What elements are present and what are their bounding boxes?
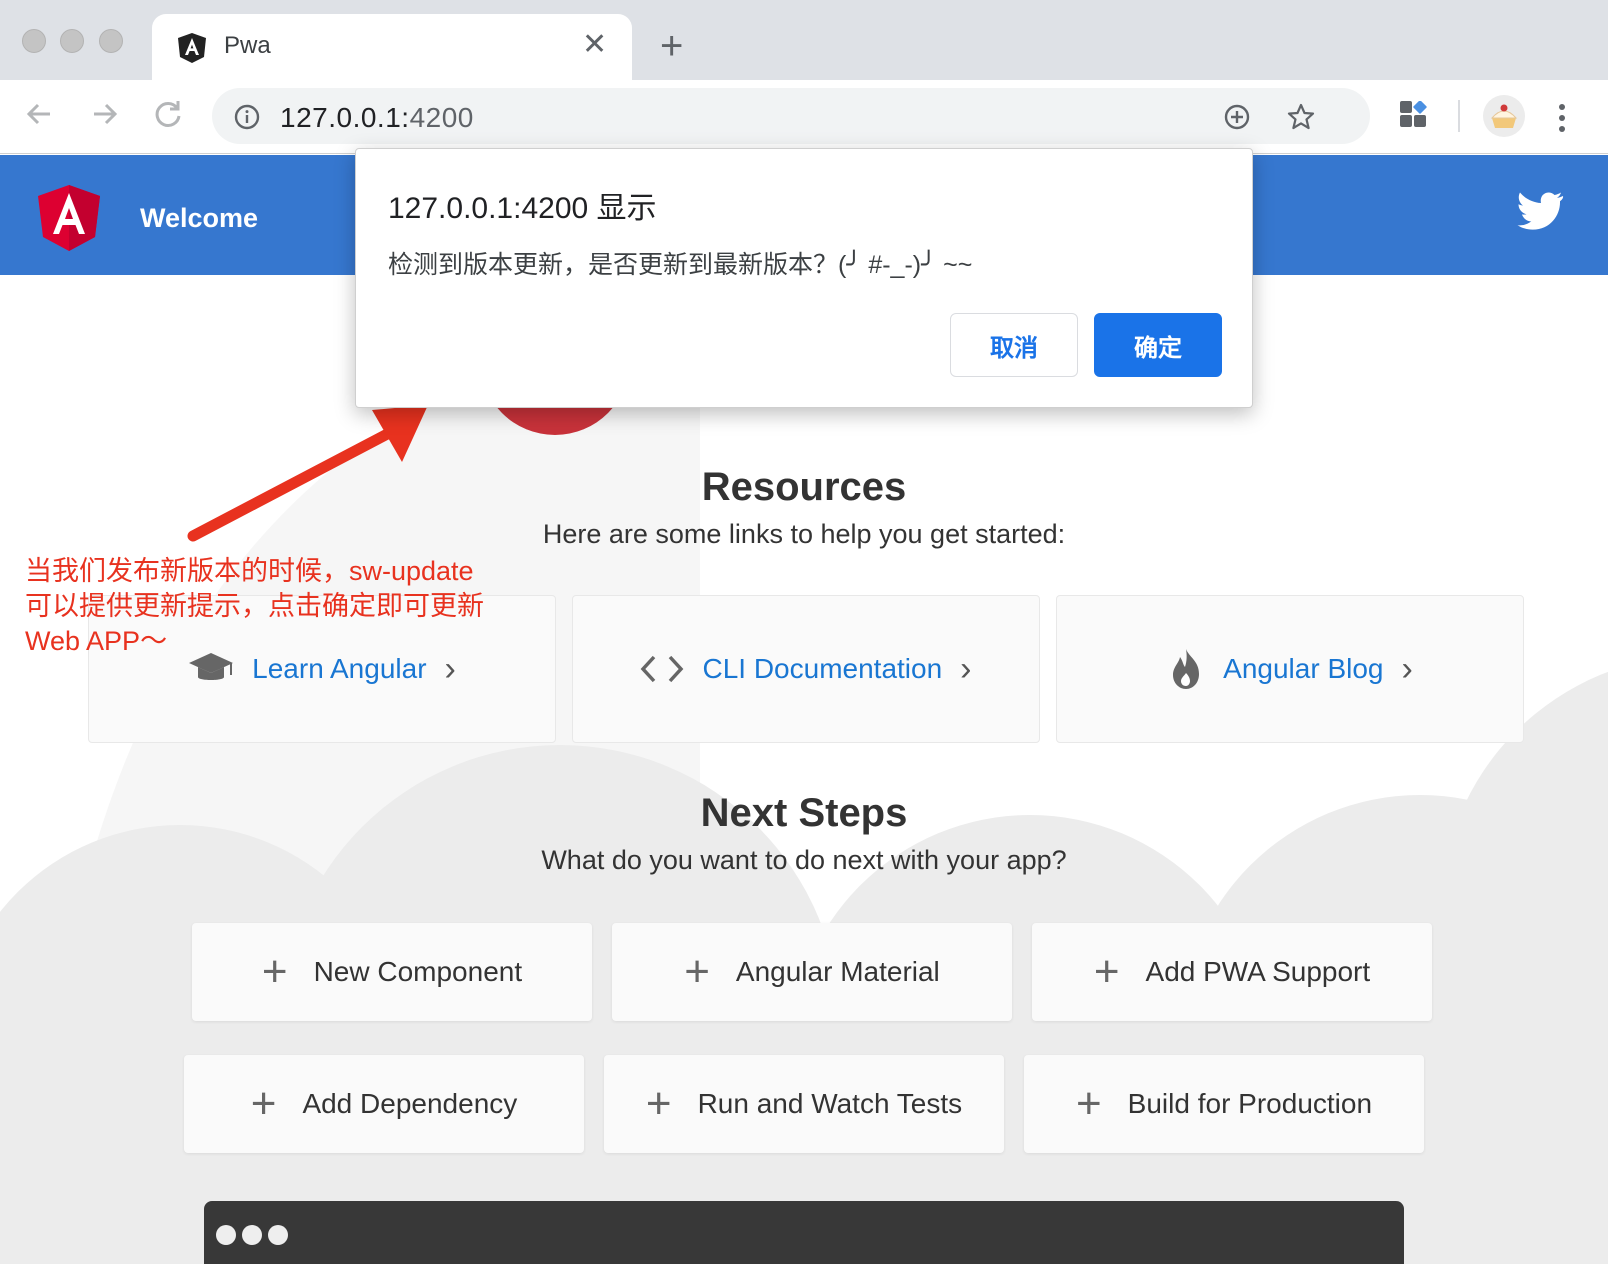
code-icon	[641, 655, 684, 683]
tab-close-icon[interactable]: ✕	[582, 28, 607, 62]
flame-icon	[1173, 649, 1200, 689]
plus-icon: +	[1093, 947, 1120, 996]
angular-material-button[interactable]: + Angular Material	[612, 923, 1012, 1021]
annotation-line: 当我们发布新版本的时候，sw-update	[25, 556, 474, 586]
plus-icon: +	[684, 947, 710, 996]
twitter-icon[interactable]	[1514, 191, 1564, 235]
terminal-dot	[268, 1225, 288, 1245]
angular-blog-link[interactable]: Angular Blog	[1223, 653, 1383, 685]
terminal-dot	[216, 1225, 236, 1245]
confirm-dialog: 127.0.0.1:4200 显示 检测到版本更新，是否更新到最新版本？(╯ #…	[355, 148, 1253, 408]
annotation-text: 当我们发布新版本的时候，sw-update 可以提供更新提示，点击确定即可更新 …	[25, 554, 525, 659]
tab-pwa[interactable]: Pwa ✕	[152, 14, 632, 80]
angular-logo-icon	[38, 185, 100, 251]
extensions-icon[interactable]	[1398, 101, 1430, 133]
step-label: Run and Watch Tests	[697, 1088, 963, 1119]
minimize-window-button[interactable]	[60, 29, 84, 53]
toolbar-separator	[1458, 100, 1460, 132]
terminal-dot	[242, 1225, 262, 1245]
address-bar[interactable]: 127.0.0.1:4200	[212, 88, 1370, 144]
cancel-button[interactable]: 取消	[950, 313, 1078, 377]
add-dependency-button[interactable]: + Add Dependency	[184, 1055, 584, 1153]
dialog-title: 127.0.0.1:4200 显示	[388, 192, 657, 225]
step-label: New Component	[313, 956, 523, 987]
angular-favicon-icon	[178, 33, 206, 63]
cli-documentation-card[interactable]: CLI Documentation ›	[572, 595, 1040, 743]
add-pwa-support-button[interactable]: + Add PWA Support	[1032, 923, 1432, 1021]
annotation-line: 可以提供更新提示，点击确定即可更新	[25, 591, 484, 621]
run-watch-tests-button[interactable]: + Run and Watch Tests	[604, 1055, 1004, 1153]
site-info-icon[interactable]	[234, 104, 260, 130]
next-steps-title: Next Steps	[700, 791, 908, 835]
confirm-button[interactable]: 确定	[1094, 313, 1222, 377]
build-production-button[interactable]: + Build for Production	[1024, 1055, 1424, 1153]
close-window-button[interactable]	[22, 29, 46, 53]
new-tab-button[interactable]: +	[660, 26, 683, 66]
step-label: Build for Production	[1127, 1088, 1373, 1119]
chevron-right-icon: ›	[960, 649, 972, 688]
plus-icon: +	[1075, 1079, 1102, 1128]
annotation-line: Web APP～	[25, 626, 168, 656]
step-label: Add PWA Support	[1145, 956, 1371, 987]
app-welcome-title: Welcome	[140, 203, 259, 233]
bookmark-star-icon[interactable]	[1286, 102, 1316, 132]
plus-icon: +	[261, 947, 288, 996]
step-label: Add Dependency	[302, 1088, 518, 1119]
resources-subtitle: Here are some links to help you get star…	[542, 519, 1066, 549]
next-steps-subtitle: What do you want to do next with your ap…	[541, 845, 1067, 875]
app-content: Resources Here are some links to help yo…	[0, 275, 1608, 1264]
plus-icon: +	[645, 1079, 672, 1128]
tab-bar: Pwa ✕ +	[0, 0, 1608, 80]
browser-toolbar: 127.0.0.1:4200	[0, 80, 1608, 154]
more-menu-icon[interactable]	[1556, 102, 1568, 134]
angular-blog-card[interactable]: Angular Blog ›	[1056, 595, 1524, 743]
terminal-window	[204, 1201, 1404, 1264]
resources-title: Resources	[701, 465, 907, 509]
profile-avatar[interactable]	[1482, 94, 1526, 138]
reload-icon[interactable]	[148, 94, 188, 134]
plus-icon: +	[250, 1079, 277, 1128]
tab-title: Pwa	[224, 32, 271, 59]
step-label: Angular Material	[735, 956, 940, 987]
zoom-window-button[interactable]	[99, 29, 123, 53]
dialog-message: 检测到版本更新，是否更新到最新版本？(╯ #-_-)╯ ~~	[388, 251, 973, 279]
url-text[interactable]: 127.0.0.1:4200	[280, 102, 474, 134]
forward-arrow-icon[interactable]	[84, 94, 124, 134]
install-app-icon[interactable]	[1222, 102, 1252, 132]
new-component-button[interactable]: + New Component	[192, 923, 592, 1021]
cli-documentation-link[interactable]: CLI Documentation	[702, 653, 942, 685]
chevron-right-icon: ›	[1401, 649, 1413, 688]
back-arrow-icon[interactable]	[20, 94, 60, 134]
